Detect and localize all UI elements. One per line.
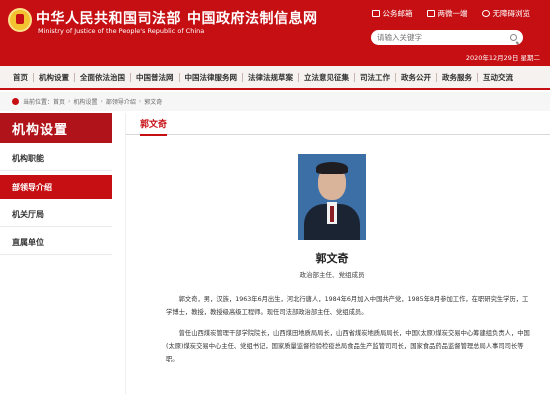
accessibility-icon: [481, 10, 490, 17]
nav-item-rule-of-law[interactable]: 全面依法治国: [75, 72, 130, 83]
nav-item-legal-education[interactable]: 中国普法网: [131, 72, 179, 83]
nav-item-interaction[interactable]: 互动交流: [478, 72, 518, 83]
nav-item-government-services[interactable]: 政务服务: [437, 72, 477, 83]
mail-icon: [371, 10, 380, 17]
biography: 郭文奇，男，汉族，1963年6月出生，河北行唐人，1984年6月加入中国共产党，…: [166, 293, 530, 374]
content-title-bar: 郭文奇: [126, 113, 550, 136]
national-emblem-icon[interactable]: [8, 8, 32, 32]
bio-paragraph: 郭文奇，男，汉族，1963年6月出生，河北行唐人，1984年6月加入中国共产党，…: [166, 296, 529, 316]
mail-link[interactable]: 公务邮箱: [371, 8, 413, 19]
search-input[interactable]: [377, 33, 497, 42]
breadcrumb-separator: ›: [100, 98, 103, 105]
current-date: 2020年12月29日 星期二: [465, 54, 540, 62]
person-role: 政治部主任、党组成员: [299, 271, 365, 279]
breadcrumb-current: 郭文奇: [144, 99, 163, 106]
nav-item-legal-services[interactable]: 中国法律服务网: [180, 72, 243, 83]
breadcrumb-prefix: 当前位置：: [23, 99, 54, 106]
site-title-ministry: 中华人民共和国司法部: [36, 11, 181, 27]
breadcrumb-separator: ›: [68, 98, 71, 105]
site-title[interactable]: 中华人民共和国司法部 中国政府法制信息网: [36, 8, 318, 28]
site-header: 中华人民共和国司法部 中国政府法制信息网 Ministry of Justice …: [0, 0, 550, 66]
nav-item-judicial-work[interactable]: 司法工作: [355, 72, 395, 83]
sidebar-item-affiliated-units[interactable]: 直属单位: [0, 231, 112, 255]
location-icon: [12, 98, 19, 105]
sidebar-item-functions[interactable]: 机构职能: [0, 147, 112, 171]
search-icon[interactable]: [510, 34, 517, 41]
main-content: 郭文奇 郭文奇 政治部主任、党组成员 郭文奇，男，汉族，1963年6月出生，河北…: [125, 113, 550, 394]
breadcrumb-home[interactable]: 首页: [53, 97, 65, 106]
site-subtitle-en: Ministry of Justice of the People's Repu…: [38, 27, 205, 35]
nav-item-legislative-comments[interactable]: 立法意见征集: [299, 72, 354, 83]
breadcrumb-separator: ›: [138, 98, 142, 105]
sidebar-item-departments[interactable]: 机关厅局: [0, 203, 112, 227]
nav-item-home[interactable]: 首页: [8, 72, 33, 83]
accessibility-link[interactable]: 无障碍浏览: [481, 8, 531, 19]
person-name: 郭文奇: [315, 252, 349, 265]
main-nav: 首页 机构设置 全面依法治国 中国普法网 中国法律服务网 法律法规草案 立法意见…: [0, 66, 550, 90]
sidebar: 机构设置 机构职能 部领导介绍 机关厅局 直属单位: [0, 113, 112, 394]
bio-paragraph: 曾任山西煤炭管理干部学院院长，山西煤田地质局局长，山西省煤炭地质局局长，中国(太…: [166, 330, 530, 363]
mobile-link-label: 两微一端: [437, 9, 468, 18]
portrait-tie: [330, 206, 334, 222]
accessibility-link-label: 无障碍浏览: [492, 9, 531, 18]
portrait-photo: [298, 154, 366, 240]
mobile-icon: [426, 10, 435, 17]
top-links: 公务邮箱 两微一端 无障碍浏览: [371, 8, 531, 19]
nav-item-organization[interactable]: 机构设置: [34, 72, 74, 83]
content-title: 郭文奇: [140, 117, 168, 136]
nav-item-draft-laws[interactable]: 法律法规草案: [243, 72, 298, 83]
site-title-network: 中国政府法制信息网: [187, 11, 318, 27]
mobile-link[interactable]: 两微一端: [426, 8, 468, 19]
mail-link-label: 公务邮箱: [382, 9, 413, 18]
sidebar-title: 机构设置: [0, 113, 112, 143]
search-box: [371, 30, 523, 45]
breadcrumb-leaders[interactable]: 部领导介绍: [106, 97, 136, 106]
portrait-hair: [316, 162, 348, 174]
nav-item-open-government[interactable]: 政务公开: [396, 72, 436, 83]
breadcrumb: 当前位置： 首页 › 机构设置 › 部领导介绍 › 郭文奇: [0, 92, 550, 111]
sidebar-item-leaders[interactable]: 部领导介绍: [0, 175, 112, 199]
breadcrumb-organization[interactable]: 机构设置: [73, 97, 97, 106]
